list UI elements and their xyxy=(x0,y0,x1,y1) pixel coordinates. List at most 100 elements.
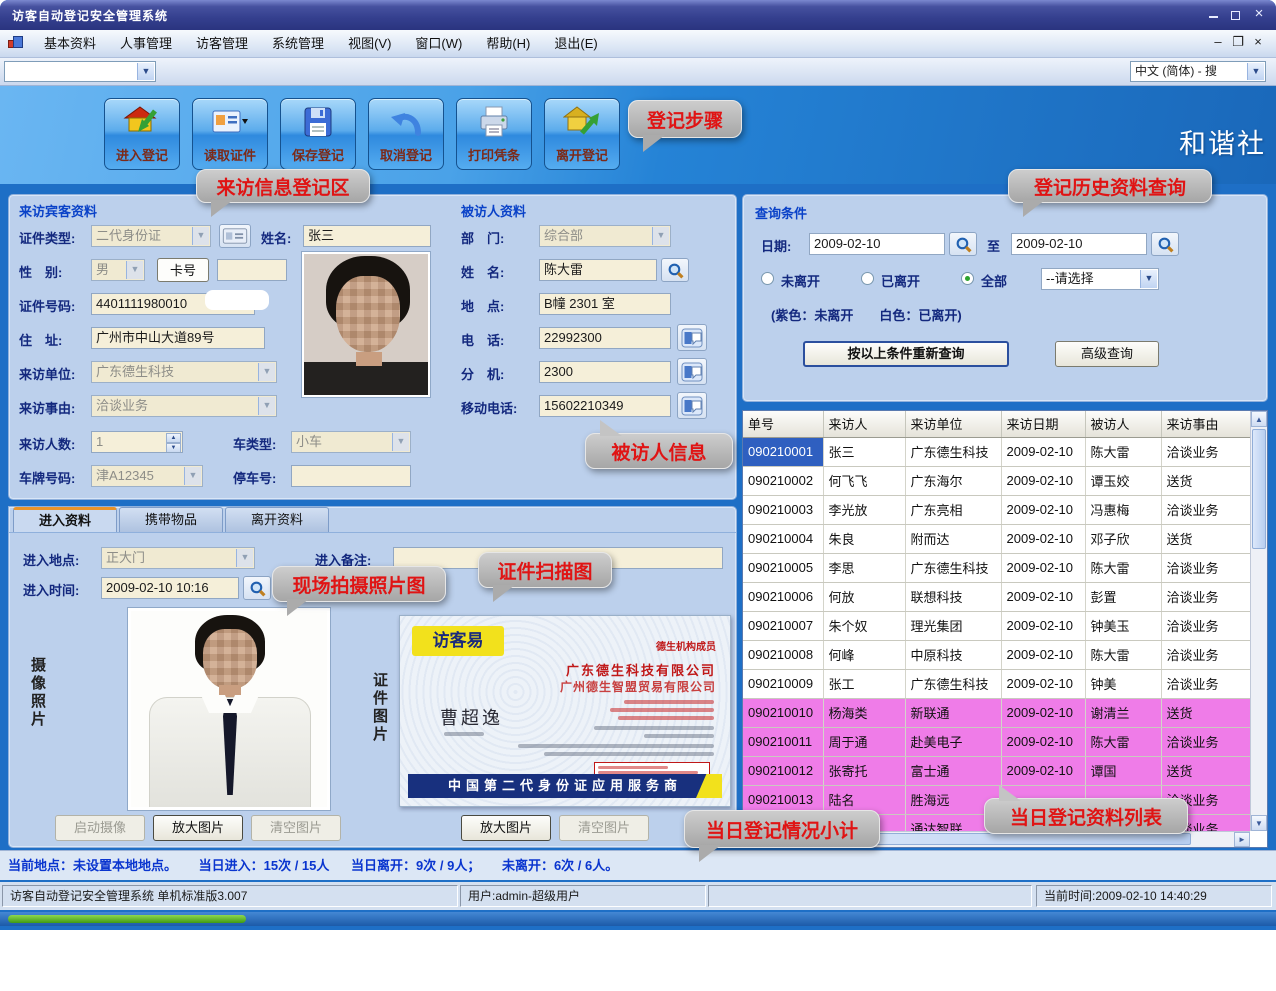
radio-not-left[interactable] xyxy=(761,272,774,285)
cell-no[interactable]: 090210001 xyxy=(743,437,823,466)
cell-host[interactable]: 谭玉姣 xyxy=(1085,466,1161,495)
car-type-select[interactable]: 小车▼ xyxy=(291,431,411,453)
cell-date[interactable]: 2009-02-10 xyxy=(1001,640,1085,669)
table-row[interactable]: 090210004 朱良 附而达 2009-02-10 邓子欣 送货 xyxy=(743,524,1250,553)
cell-host[interactable]: 陈大雷 xyxy=(1085,553,1161,582)
address-field[interactable]: 广州市中山大道89号 xyxy=(91,327,265,349)
cell-reason[interactable]: 洽谈业务 xyxy=(1161,727,1250,756)
requery-button[interactable]: 按以上条件重新查询 xyxy=(803,341,1009,367)
cell-reason[interactable]: 洽谈业务 xyxy=(1161,495,1250,524)
enter-register-button[interactable]: 进入登记 xyxy=(104,98,180,170)
reason-filter-select[interactable]: --请选择▼ xyxy=(1041,268,1159,290)
language-bar-select[interactable]: 中文 (简体) - 搜▼ xyxy=(1130,61,1266,82)
cell-no[interactable]: 090210004 xyxy=(743,524,823,553)
cert-type-select[interactable]: 二代身份证▼ xyxy=(91,225,211,247)
dial-mobile-button[interactable] xyxy=(677,392,707,419)
cell-host[interactable]: 谭国 xyxy=(1085,756,1161,785)
minimize-button[interactable] xyxy=(1202,6,1224,24)
chevron-down-icon[interactable]: ▼ xyxy=(1140,270,1157,288)
menu-visitor[interactable]: 访客管理 xyxy=(184,30,260,58)
cell-no[interactable]: 090210010 xyxy=(743,698,823,727)
cell-no[interactable]: 090210009 xyxy=(743,669,823,698)
date-to-field[interactable]: 2009-02-10 xyxy=(1011,233,1147,255)
table-row[interactable]: 090210010 杨海类 新联通 2009-02-10 谢清兰 送货 xyxy=(743,698,1250,727)
table-row[interactable]: 090210009 张工 广东德生科技 2009-02-10 钟美 洽谈业务 xyxy=(743,669,1250,698)
menu-help[interactable]: 帮助(H) xyxy=(474,30,542,58)
tab-entry-info[interactable]: 进入资料 xyxy=(13,507,117,532)
cell-date[interactable]: 2009-02-10 xyxy=(1001,582,1085,611)
cell-host[interactable]: 邓子欣 xyxy=(1085,524,1161,553)
date-from-field[interactable]: 2009-02-10 xyxy=(809,233,945,255)
cell-reason[interactable]: 洽谈业务 xyxy=(1161,611,1250,640)
cell-reason[interactable]: 送货 xyxy=(1161,698,1250,727)
quick-search-combo[interactable]: ▼ xyxy=(4,61,156,82)
visit-reason-select[interactable]: 洽谈业务▼ xyxy=(91,395,277,417)
cell-date[interactable]: 2009-02-10 xyxy=(1001,495,1085,524)
stepper-arrows-icon[interactable]: ▲▼ xyxy=(166,433,181,451)
cell-visitor[interactable]: 何峰 xyxy=(823,640,905,669)
gender-select[interactable]: 男▼ xyxy=(91,259,145,281)
cell-date[interactable]: 2009-02-10 xyxy=(1001,611,1085,640)
phone-field[interactable]: 22992300 xyxy=(539,327,671,349)
cell-visitor[interactable]: 朱良 xyxy=(823,524,905,553)
cell-host[interactable]: 谢清兰 xyxy=(1085,698,1161,727)
cell-host[interactable]: 陈大雷 xyxy=(1085,437,1161,466)
cell-visitor[interactable]: 张寄托 xyxy=(823,756,905,785)
entry-place-select[interactable]: 正大门▼ xyxy=(101,547,255,569)
cell-visitor[interactable]: 李思 xyxy=(823,553,905,582)
date-from-picker-button[interactable] xyxy=(949,232,977,256)
cell-no[interactable]: 090210007 xyxy=(743,611,823,640)
cell-no[interactable]: 090210011 xyxy=(743,727,823,756)
cell-date[interactable]: 2009-02-10 xyxy=(1001,524,1085,553)
scroll-up-icon[interactable]: ▲ xyxy=(1251,411,1267,427)
column-header[interactable]: 来访单位 xyxy=(905,411,1001,437)
chevron-down-icon[interactable]: ▼ xyxy=(137,63,154,80)
cell-date[interactable]: 2009-02-10 xyxy=(1001,437,1085,466)
visitor-name-field[interactable]: 张三 xyxy=(303,225,431,247)
cell-unit[interactable]: 中原科技 xyxy=(905,640,1001,669)
radio-left[interactable] xyxy=(861,272,874,285)
table-row[interactable]: 090210008 何峰 中原科技 2009-02-10 陈大雷 洽谈业务 xyxy=(743,640,1250,669)
cell-visitor[interactable]: 何放 xyxy=(823,582,905,611)
radio-all[interactable] xyxy=(961,272,974,285)
menu-window[interactable]: 窗口(W) xyxy=(403,30,474,58)
mdi-restore-button[interactable]: ❐ xyxy=(1228,34,1248,50)
menu-basic-data[interactable]: 基本资料 xyxy=(32,30,108,58)
cell-date[interactable]: 2009-02-10 xyxy=(1001,553,1085,582)
card-reader-button[interactable] xyxy=(219,224,251,248)
cell-no[interactable]: 090210006 xyxy=(743,582,823,611)
card-number-field[interactable] xyxy=(217,259,287,281)
vertical-scrollbar[interactable]: ▲ ▼ xyxy=(1250,411,1267,831)
leave-register-button[interactable]: 离开登记 xyxy=(544,98,620,170)
cell-reason[interactable]: 洽谈业务 xyxy=(1161,669,1250,698)
table-row[interactable]: 090210012 张寄托 富士通 2009-02-10 谭国 送货 xyxy=(743,756,1250,785)
scroll-down-icon[interactable]: ▼ xyxy=(1251,815,1267,831)
cell-host[interactable]: 陈大雷 xyxy=(1085,727,1161,756)
column-header[interactable]: 来访日期 xyxy=(1001,411,1085,437)
cell-date[interactable]: 2009-02-10 xyxy=(1001,669,1085,698)
menu-view[interactable]: 视图(V) xyxy=(336,30,403,58)
cell-unit[interactable]: 附而达 xyxy=(905,524,1001,553)
date-to-picker-button[interactable] xyxy=(1151,232,1179,256)
column-header[interactable]: 被访人 xyxy=(1085,411,1161,437)
cell-visitor[interactable]: 周于通 xyxy=(823,727,905,756)
table-row[interactable]: 090210005 李思 广东德生科技 2009-02-10 陈大雷 洽谈业务 xyxy=(743,553,1250,582)
cell-reason[interactable]: 洽谈业务 xyxy=(1161,553,1250,582)
cell-unit[interactable]: 广东德生科技 xyxy=(905,553,1001,582)
table-row[interactable]: 090210003 李光放 广东亮相 2009-02-10 冯惠梅 洽谈业务 xyxy=(743,495,1250,524)
cell-date[interactable]: 2009-02-10 xyxy=(1001,727,1085,756)
cell-reason[interactable]: 洽谈业务 xyxy=(1161,582,1250,611)
cell-no[interactable]: 090210008 xyxy=(743,640,823,669)
advanced-query-button[interactable]: 高级查询 xyxy=(1055,341,1159,367)
restore-button[interactable] xyxy=(1224,6,1246,24)
cell-no[interactable]: 090210002 xyxy=(743,466,823,495)
cell-visitor[interactable]: 张三 xyxy=(823,437,905,466)
vscroll-thumb[interactable] xyxy=(1252,429,1266,549)
interviewee-name-field[interactable]: 陈大雷 xyxy=(539,259,657,281)
table-row[interactable]: 090210007 朱个奴 理光集团 2009-02-10 钟美玉 洽谈业务 xyxy=(743,611,1250,640)
dept-select[interactable]: 综合部▼ xyxy=(539,225,671,247)
visitor-count-stepper[interactable]: 1 ▲▼ xyxy=(91,431,183,453)
mdi-close-button[interactable]: × xyxy=(1248,34,1268,49)
cell-unit[interactable]: 广东亮相 xyxy=(905,495,1001,524)
zoom-photo-button[interactable]: 放大图片 xyxy=(153,815,243,841)
